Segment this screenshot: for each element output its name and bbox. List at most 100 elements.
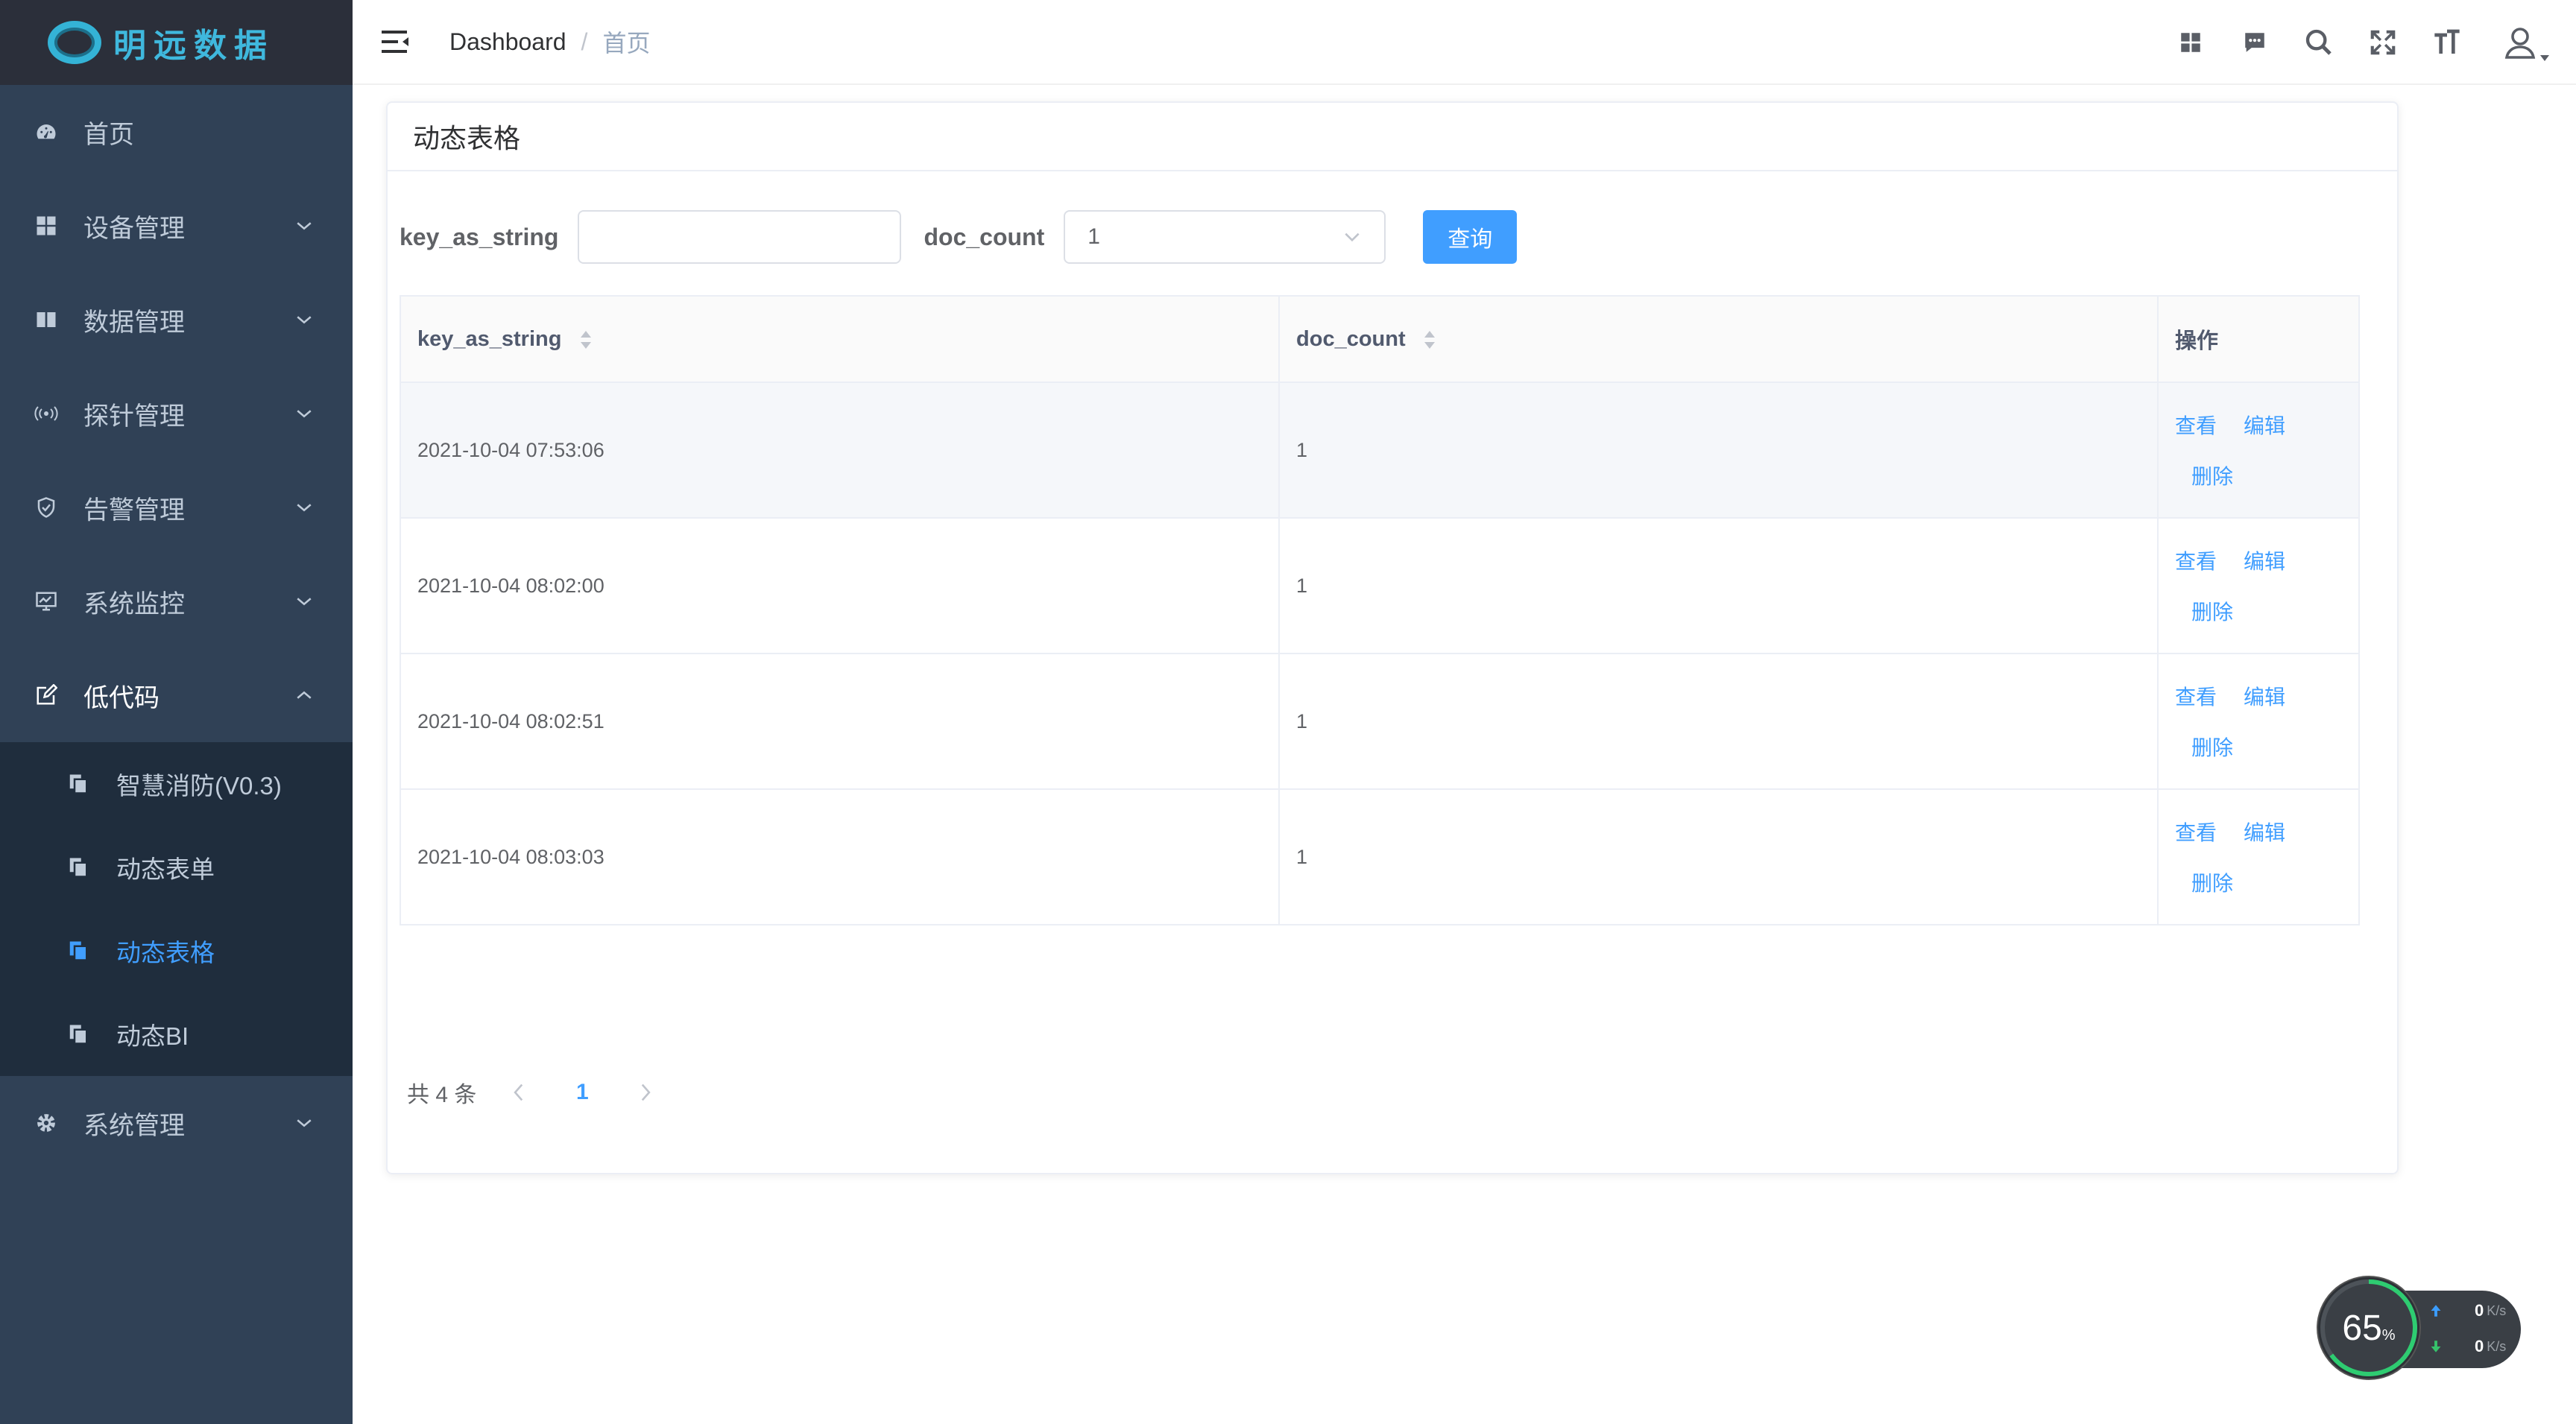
caret-down-icon (2540, 55, 2549, 61)
delete-link[interactable]: 删除 (2191, 596, 2233, 626)
sidebar-item-data[interactable]: 数据管理 (0, 273, 353, 367)
sidebar-item-label: 首页 (83, 120, 134, 149)
copy-icon (66, 771, 91, 797)
sort-icon[interactable] (578, 329, 593, 350)
table-header-row: key_as_string doc_count 操作 (399, 295, 2360, 383)
delete-link[interactable]: 删除 (2191, 732, 2233, 762)
upload-speed: 0 K/s (2430, 1301, 2506, 1320)
chevron-up-icon (297, 691, 312, 699)
grid-icon (33, 212, 60, 239)
search-button[interactable]: 查询 (1423, 210, 1518, 264)
page-number[interactable]: 1 (560, 1080, 604, 1105)
sidebar-item-device[interactable]: 设备管理 (0, 179, 353, 273)
view-link[interactable]: 查看 (2175, 545, 2217, 575)
sidebar-subitem-fire[interactable]: 智慧消防(V0.3) (0, 742, 353, 826)
shield-icon (33, 494, 60, 521)
font-size-icon[interactable] (2415, 0, 2479, 85)
breadcrumb-item-dashboard[interactable]: Dashboard (449, 28, 566, 56)
sort-icon[interactable] (1422, 329, 1437, 350)
doc-count-select-value: 1 (1087, 224, 1100, 249)
edit-link[interactable]: 编辑 (2244, 681, 2285, 711)
column-header-actions: 操作 (2157, 295, 2360, 383)
prev-page-button[interactable] (496, 1070, 540, 1115)
sidebar-subitem-bi[interactable]: 动态BI (0, 993, 353, 1076)
column-header-key[interactable]: key_as_string (399, 295, 1281, 383)
cell-count: 1 (1278, 382, 2159, 519)
arrow-down-icon (2431, 1341, 2441, 1352)
upload-unit: K/s (2487, 1303, 2507, 1318)
book-icon (33, 306, 60, 333)
chevron-down-icon (297, 410, 312, 418)
download-speed: 0 K/s (2430, 1337, 2506, 1356)
search-icon[interactable] (2287, 0, 2351, 85)
download-value: 0 (2475, 1337, 2484, 1355)
cell-key: 2021-10-04 07:53:06 (399, 382, 1281, 519)
dashboard-icon (33, 118, 60, 145)
pagination-total: 共 4 条 (407, 1083, 477, 1107)
download-unit: K/s (2487, 1338, 2507, 1354)
sidebar-item-monitor[interactable]: 系统监控 (0, 554, 353, 648)
sidebar-item-lowcode[interactable]: 低代码 (0, 648, 353, 742)
sidebar-subitem-table[interactable]: 动态表格 (0, 909, 353, 993)
edit-icon (33, 682, 60, 709)
filter-label-key: key_as_string (400, 223, 559, 250)
sidebar-item-label: 系统管理 (83, 1111, 185, 1140)
column-header-count[interactable]: doc_count (1278, 295, 2159, 383)
table-row: 2021-10-04 08:02:51 1 查看 编辑 删除 (399, 653, 2360, 790)
logo[interactable]: 明远数据 (0, 0, 353, 85)
sidebar-item-home[interactable]: 首页 (0, 85, 353, 179)
chevron-down-icon (297, 504, 312, 512)
monitor-icon (33, 588, 60, 615)
delete-link[interactable]: 删除 (2191, 867, 2233, 897)
sidebar-item-label: 探针管理 (83, 402, 185, 431)
sidebar-item-alarm[interactable]: 告警管理 (0, 461, 353, 554)
sidebar-item-label: 系统监控 (83, 589, 185, 618)
chevron-down-icon (1345, 232, 1360, 242)
gear-icon (33, 1110, 60, 1136)
fullscreen-icon[interactable] (2351, 0, 2415, 85)
copy-icon (66, 855, 91, 880)
chevron-down-icon (297, 1119, 312, 1127)
data-table: key_as_string doc_count 操作 2021-10-04 07… (399, 295, 2360, 925)
edit-link[interactable]: 编辑 (2244, 410, 2285, 440)
sidebar-item-system[interactable]: 系统管理 (0, 1076, 353, 1170)
cell-key: 2021-10-04 08:03:03 (399, 788, 1281, 925)
avatar[interactable] (2479, 0, 2561, 85)
netspeed-widget[interactable]: 0 K/s 0 K/s 65% (2318, 1277, 2521, 1379)
chevron-down-icon (297, 316, 312, 324)
hamburger-icon[interactable] (378, 25, 412, 59)
sidebar-subitem-label: 智慧消防(V0.3) (116, 772, 282, 800)
breadcrumb: Dashboard / 首页 (449, 25, 650, 59)
breadcrumb-item-current: 首页 (602, 30, 651, 57)
sidebar-item-label: 低代码 (83, 683, 160, 712)
chevron-left-icon (514, 1083, 523, 1101)
column-header-label: doc_count (1296, 326, 1406, 351)
sidebar-item-label: 告警管理 (83, 496, 185, 525)
delete-link[interactable]: 删除 (2191, 461, 2233, 490)
key-as-string-input[interactable] (578, 210, 902, 264)
cell-count: 1 (1278, 517, 2159, 654)
cell-actions: 查看 编辑 删除 (2157, 653, 2360, 790)
view-link[interactable]: 查看 (2175, 817, 2217, 847)
cell-actions: 查看 编辑 删除 (2157, 788, 2360, 925)
copy-icon (66, 938, 91, 963)
apps-icon[interactable] (2159, 0, 2223, 85)
column-header-label: key_as_string (417, 326, 562, 351)
cell-count: 1 (1278, 653, 2159, 790)
next-page-button[interactable] (624, 1070, 669, 1115)
message-icon[interactable] (2223, 0, 2287, 85)
filter-bar: key_as_string doc_count 1 查询 (400, 210, 1518, 264)
table-row: 2021-10-04 08:02:00 1 查看 编辑 删除 (399, 517, 2360, 654)
doc-count-select[interactable]: 1 (1064, 210, 1386, 264)
view-link[interactable]: 查看 (2175, 681, 2217, 711)
breadcrumb-separator: / (581, 28, 588, 55)
sidebar: 明远数据 首页 设备管理 数据管理 探针管理 告警管理 系统监控 低代码 智慧消… (0, 0, 353, 1424)
sidebar-item-label: 数据管理 (83, 308, 185, 337)
edit-link[interactable]: 编辑 (2244, 817, 2285, 847)
edit-link[interactable]: 编辑 (2244, 545, 2285, 575)
view-link[interactable]: 查看 (2175, 410, 2217, 440)
sidebar-subitem-form[interactable]: 动态表单 (0, 826, 353, 909)
signal-icon (33, 400, 60, 427)
sidebar-item-probe[interactable]: 探针管理 (0, 367, 353, 461)
chevron-right-icon (642, 1083, 651, 1101)
